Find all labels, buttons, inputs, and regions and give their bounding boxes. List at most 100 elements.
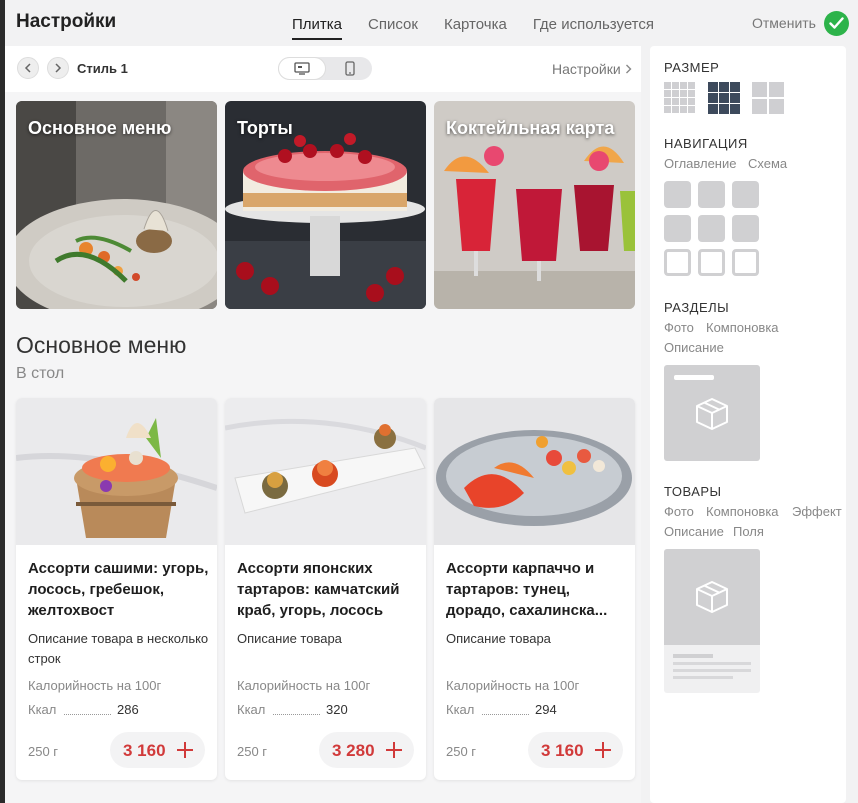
product-name: Ассорти сашими: угорь, лосось, гребешок,… bbox=[28, 560, 209, 619]
product-preview[interactable] bbox=[664, 549, 760, 693]
category-label: Торты bbox=[237, 118, 293, 138]
tab-card[interactable]: Карточка bbox=[444, 0, 507, 40]
preview-line bbox=[673, 662, 751, 665]
product-card[interactable]: Ассорти сашими: угорь, лосось, гребешок,… bbox=[16, 398, 217, 780]
category-tile-cocktails[interactable]: Коктейльная карта bbox=[434, 101, 635, 309]
product-weight: 250 г bbox=[237, 744, 268, 759]
product-price: 3 280 bbox=[332, 741, 375, 760]
prev-style-button[interactable] bbox=[17, 57, 39, 79]
preview-line bbox=[673, 654, 713, 658]
style-settings-link[interactable]: Настройки bbox=[552, 61, 632, 77]
add-to-cart-button[interactable]: 3 160 bbox=[110, 732, 205, 768]
product-name: Ассорти японских тартаров: камчатский кр… bbox=[237, 560, 400, 619]
desktop-icon bbox=[294, 62, 310, 75]
preview-area[interactable]: Стиль 1 Настройки Основное меню Торты Ко… bbox=[5, 46, 641, 803]
chevron-right-icon bbox=[55, 63, 62, 73]
size-large-option[interactable] bbox=[752, 82, 784, 114]
category-tile-cakes[interactable]: Торты bbox=[225, 101, 426, 309]
goods-fields-link[interactable]: Поля bbox=[733, 524, 764, 539]
preview-line bbox=[673, 669, 751, 672]
add-to-cart-button[interactable]: 3 160 bbox=[528, 732, 623, 768]
size-heading: РАЗМЕР bbox=[664, 60, 720, 75]
style-name: Стиль 1 bbox=[77, 61, 128, 76]
section-subtitle: В стол bbox=[16, 365, 65, 382]
page-title: Настройки bbox=[16, 11, 117, 32]
product-name: Ассорти карпаччо и тартаров: тунец, дора… bbox=[446, 560, 608, 619]
box-icon bbox=[696, 398, 728, 430]
kcal-value: 320 bbox=[326, 702, 348, 717]
nav-style-option[interactable] bbox=[732, 249, 759, 276]
product-weight: 250 г bbox=[28, 744, 59, 759]
dot-leader bbox=[64, 702, 111, 715]
desktop-view-button[interactable] bbox=[278, 57, 326, 80]
size-small-option[interactable] bbox=[664, 82, 696, 114]
kcal-value: 294 bbox=[535, 702, 557, 717]
section-preview[interactable] bbox=[664, 365, 760, 461]
category-label: Основное меню bbox=[28, 118, 172, 138]
kcal-label: Ккал bbox=[237, 702, 266, 717]
check-icon bbox=[829, 17, 844, 29]
nav-style-option[interactable] bbox=[698, 181, 725, 208]
sections-description-link[interactable]: Описание bbox=[664, 340, 724, 355]
goods-layout-link[interactable]: Компоновка bbox=[706, 504, 779, 519]
product-price: 3 160 bbox=[123, 741, 166, 760]
grid-medium-icon bbox=[708, 82, 740, 114]
device-switch bbox=[278, 57, 372, 80]
style-settings-label: Настройки bbox=[552, 61, 621, 77]
product-description: Описание товара в несколько строк bbox=[28, 631, 209, 666]
nav-style-option[interactable] bbox=[664, 249, 691, 276]
tab-list[interactable]: Список bbox=[368, 0, 418, 40]
product-card[interactable]: Ассорти японских тартаров: камчатский кр… bbox=[225, 398, 426, 780]
plus-icon bbox=[177, 742, 193, 758]
nav-style-option[interactable] bbox=[732, 181, 759, 208]
confirm-button[interactable] bbox=[824, 11, 849, 36]
section-title: Основное меню bbox=[16, 332, 187, 358]
goods-description-link[interactable]: Описание bbox=[664, 524, 724, 539]
mobile-view-button[interactable] bbox=[328, 57, 372, 80]
category-tile-main-menu[interactable]: Основное меню bbox=[16, 101, 217, 309]
sections-photo-link[interactable]: Фото bbox=[664, 320, 694, 335]
plus-icon bbox=[595, 742, 611, 758]
nav-style-option[interactable] bbox=[698, 215, 725, 242]
chevron-right-icon bbox=[625, 64, 632, 74]
kcal-label: Ккал bbox=[28, 702, 57, 717]
add-to-cart-button[interactable]: 3 280 bbox=[319, 732, 414, 768]
product-description: Описание товара bbox=[446, 631, 551, 646]
preview-title-bar bbox=[674, 375, 714, 380]
mobile-icon bbox=[345, 61, 355, 76]
nav-toc-link[interactable]: Оглавление bbox=[664, 156, 736, 171]
grid-small-icon bbox=[664, 82, 695, 113]
calorie-label: Калорийность на 100г bbox=[28, 678, 162, 693]
chevron-left-icon bbox=[24, 63, 31, 73]
nav-style-option[interactable] bbox=[664, 181, 691, 208]
tab-usage[interactable]: Где используется bbox=[533, 0, 654, 40]
size-medium-option[interactable] bbox=[708, 82, 740, 114]
nav-style-option[interactable] bbox=[732, 215, 759, 242]
dot-leader bbox=[273, 702, 320, 715]
navigation-heading: НАВИГАЦИЯ bbox=[664, 136, 748, 151]
product-weight: 250 г bbox=[446, 744, 477, 759]
view-tabs: Плитка Список Карточка Где используется bbox=[292, 0, 654, 46]
calorie-label: Калорийность на 100г bbox=[237, 678, 371, 693]
grid-large-icon bbox=[752, 82, 784, 114]
nav-scheme-link[interactable]: Схема bbox=[748, 156, 787, 171]
category-label: Коктейльная карта bbox=[446, 118, 615, 138]
next-style-button[interactable] bbox=[47, 57, 69, 79]
top-bar: Настройки Плитка Список Карточка Где исп… bbox=[5, 0, 858, 46]
product-description: Описание товара bbox=[237, 631, 342, 646]
nav-style-option[interactable] bbox=[698, 249, 725, 276]
product-card[interactable]: Ассорти карпаччо и тартаров: тунец, дора… bbox=[434, 398, 635, 780]
kcal-label: Ккал bbox=[446, 702, 475, 717]
tab-tile[interactable]: Плитка bbox=[292, 0, 343, 40]
goods-photo-link[interactable]: Фото bbox=[664, 504, 694, 519]
nav-style-option[interactable] bbox=[664, 215, 691, 242]
goods-heading: ТОВАРЫ bbox=[664, 484, 722, 499]
box-icon bbox=[696, 581, 728, 613]
cancel-button[interactable]: Отменить bbox=[752, 15, 816, 31]
sections-heading: РАЗДЕЛЫ bbox=[664, 300, 730, 315]
goods-effect-link[interactable]: Эффект bbox=[792, 504, 842, 519]
preview-line bbox=[673, 676, 733, 679]
sections-layout-link[interactable]: Компоновка bbox=[706, 320, 779, 335]
product-photo bbox=[225, 398, 426, 545]
settings-sidebar: РАЗМЕР НАВИГАЦИЯ Оглавление Схема РАЗДЕЛ… bbox=[650, 46, 846, 803]
